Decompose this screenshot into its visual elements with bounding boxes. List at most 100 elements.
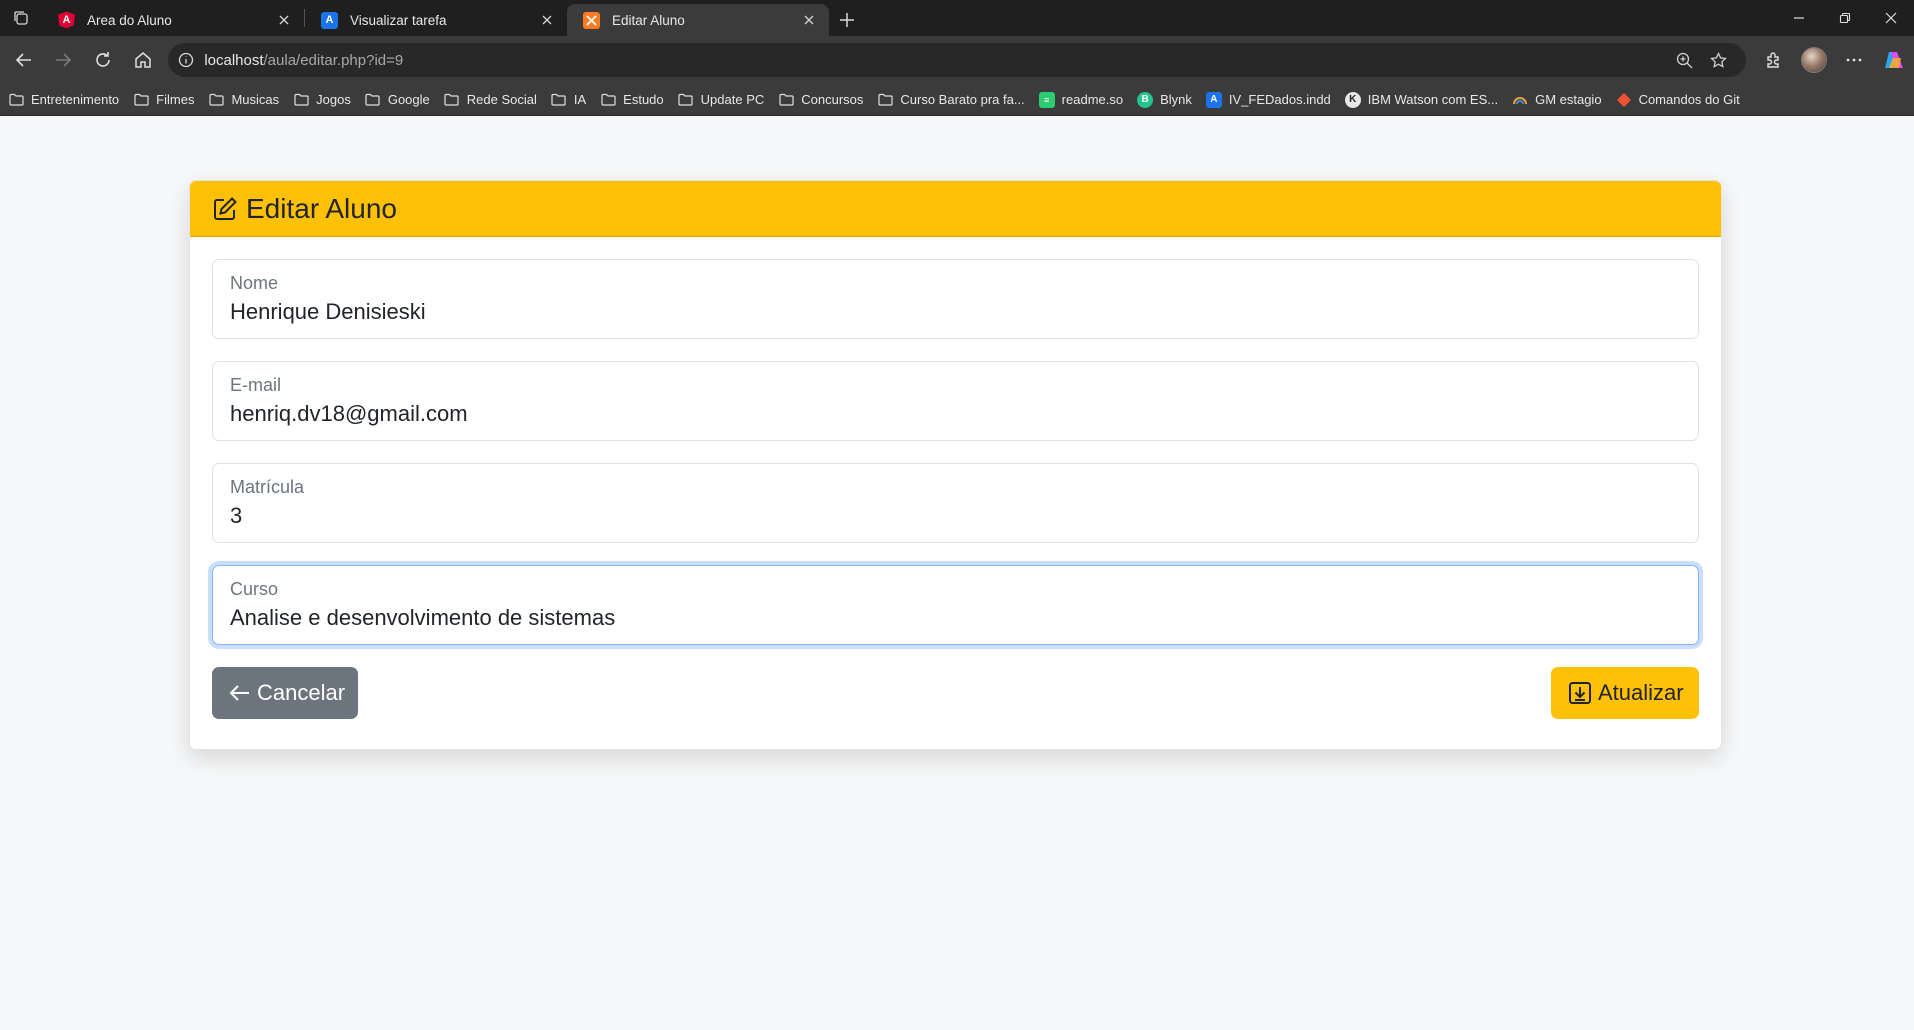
bookmark-link[interactable]: K IBM Watson com ES... xyxy=(1344,87,1506,113)
close-tab-icon[interactable] xyxy=(537,10,557,30)
folder-icon xyxy=(551,92,567,108)
folder-icon xyxy=(365,92,381,108)
xampp-icon xyxy=(583,11,600,29)
arrow-left-icon xyxy=(229,683,251,703)
bookmark-label: Curso Barato pra fa... xyxy=(900,92,1025,107)
bookmark-folder[interactable]: IA xyxy=(551,87,594,113)
profile-button[interactable] xyxy=(1794,40,1834,80)
tab-area-do-aluno[interactable]: A Area do Aluno xyxy=(42,4,304,36)
browser-titlebar: A Area do Aluno A Visualizar tarefa Edit… xyxy=(0,0,1914,36)
bookmark-label: GM estagio xyxy=(1535,92,1602,107)
a-icon: A xyxy=(321,11,338,29)
folder-icon xyxy=(8,92,24,108)
bookmark-folder[interactable]: Estudo xyxy=(600,87,671,113)
back-button[interactable] xyxy=(4,40,44,80)
copilot-button[interactable] xyxy=(1874,40,1914,80)
bookmark-link[interactable]: A IV_FEDados.indd xyxy=(1205,87,1339,113)
form-body: Nome Henrique Denisieski E-mail henriq.d… xyxy=(190,237,1721,719)
card-header: Editar Aluno xyxy=(190,181,1721,237)
forward-button[interactable] xyxy=(44,40,84,80)
nome-field[interactable]: Nome Henrique Denisieski xyxy=(212,259,1699,339)
reload-button[interactable] xyxy=(83,40,123,80)
blynk-icon: B xyxy=(1137,91,1154,108)
bookmark-label: Update PC xyxy=(700,92,765,107)
folder-icon xyxy=(133,92,149,108)
bookmark-folder[interactable]: Musicas xyxy=(208,87,287,113)
nome-input[interactable]: Henrique Denisieski xyxy=(230,299,426,325)
page-title: Editar Aluno xyxy=(246,192,397,224)
bookmark-link[interactable]: Comandos do Git xyxy=(1616,87,1748,113)
folder-icon xyxy=(778,92,794,108)
close-tab-icon[interactable] xyxy=(799,10,819,30)
bookmark-label: Rede Social xyxy=(466,92,537,107)
bookmark-folder[interactable]: Concursos xyxy=(778,87,871,113)
bookmark-label: IA xyxy=(573,92,587,107)
cancel-label: Cancelar xyxy=(257,680,346,705)
new-tab-button[interactable] xyxy=(829,4,865,36)
bookmark-folder[interactable]: Jogos xyxy=(293,87,359,113)
extensions-button[interactable] xyxy=(1754,40,1794,80)
bookmark-label: Comandos do Git xyxy=(1638,92,1740,107)
menu-button[interactable] xyxy=(1834,40,1874,80)
bookmark-folder[interactable]: Rede Social xyxy=(444,87,545,113)
folder-icon xyxy=(678,92,694,108)
matricula-input[interactable]: 3 xyxy=(230,503,242,529)
download-box-icon xyxy=(1568,681,1592,705)
arrow-left-icon xyxy=(15,53,31,67)
bookmark-link[interactable]: B Blynk xyxy=(1137,87,1200,113)
tab-editar-aluno[interactable]: Editar Aluno xyxy=(567,4,829,36)
puzzle-icon xyxy=(1767,52,1779,68)
bookmark-label: Filmes xyxy=(156,92,195,107)
update-button[interactable]: Atualizar xyxy=(1551,667,1699,719)
folder-icon xyxy=(444,92,460,108)
matricula-label: Matrícula xyxy=(230,477,305,497)
matricula-field[interactable]: Matrícula 3 xyxy=(212,463,1699,543)
workspaces-button[interactable] xyxy=(0,0,42,36)
bookmark-folder[interactable]: Entretenimento xyxy=(8,87,127,113)
close-window-button[interactable] xyxy=(1868,0,1914,36)
reload-icon xyxy=(96,52,110,67)
bookmark-folder[interactable]: Filmes xyxy=(133,87,202,113)
toolbar-right xyxy=(1754,40,1914,80)
address-bar[interactable]: localhost/aula/editar.php?id=9 xyxy=(168,43,1746,77)
bookmark-label: Blynk xyxy=(1160,92,1192,107)
folder-icon xyxy=(293,92,309,108)
tab-title: Area do Aluno xyxy=(87,12,172,28)
email-field[interactable]: E-mail henriq.dv18@gmail.com xyxy=(212,361,1699,441)
pencil-square-icon xyxy=(214,196,237,220)
browser-navbar: localhost/aula/editar.php?id=9 xyxy=(0,36,1914,84)
zoom-button[interactable] xyxy=(1668,45,1702,75)
watson-icon: K xyxy=(1344,91,1361,108)
bookmark-link[interactable]: ≡ readme.so xyxy=(1038,87,1131,113)
folder-icon xyxy=(877,92,893,108)
restore-button[interactable] xyxy=(1822,0,1868,36)
bookmark-folder[interactable]: Update PC xyxy=(678,87,773,113)
edit-student-card: Editar Aluno Nome Henrique Denisieski E-… xyxy=(189,180,1722,750)
home-button[interactable] xyxy=(123,40,163,80)
tab-title: Editar Aluno xyxy=(612,12,685,28)
info-icon[interactable] xyxy=(178,52,194,68)
email-input[interactable]: henriq.dv18@gmail.com xyxy=(230,401,468,427)
nome-label: Nome xyxy=(230,273,279,293)
bookmark-label: Estudo xyxy=(623,92,664,107)
tab-visualizar-tarefa[interactable]: A Visualizar tarefa xyxy=(305,4,567,36)
bookmark-link[interactable]: GM estagio xyxy=(1512,87,1609,113)
bookmark-folder[interactable]: Curso Barato pra fa... xyxy=(877,87,1032,113)
bookmark-label: Concursos xyxy=(801,92,864,107)
bookmark-folder[interactable]: Google xyxy=(365,87,438,113)
page-viewport: Editar Aluno Nome Henrique Denisieski E-… xyxy=(0,116,1914,1030)
copilot-icon xyxy=(1884,52,1903,68)
curso-input[interactable]: Analise e desenvolvimento de sistemas xyxy=(230,605,615,631)
close-icon xyxy=(1885,12,1897,24)
url-host: localhost xyxy=(204,51,264,69)
url-path: /aula/editar.php?id=9 xyxy=(263,51,404,69)
curso-label: Curso xyxy=(230,579,279,599)
curso-field[interactable]: Curso Analise e desenvolvimento de siste… xyxy=(212,565,1699,645)
close-tab-icon[interactable] xyxy=(274,10,294,30)
bookmark-label: IBM Watson com ES... xyxy=(1367,92,1499,107)
bookmark-label: Jogos xyxy=(316,92,351,107)
favorite-button[interactable] xyxy=(1702,45,1736,75)
minimize-button[interactable] xyxy=(1776,0,1822,36)
bookmark-label: Google xyxy=(387,92,430,107)
cancel-button[interactable]: Cancelar xyxy=(212,667,358,719)
